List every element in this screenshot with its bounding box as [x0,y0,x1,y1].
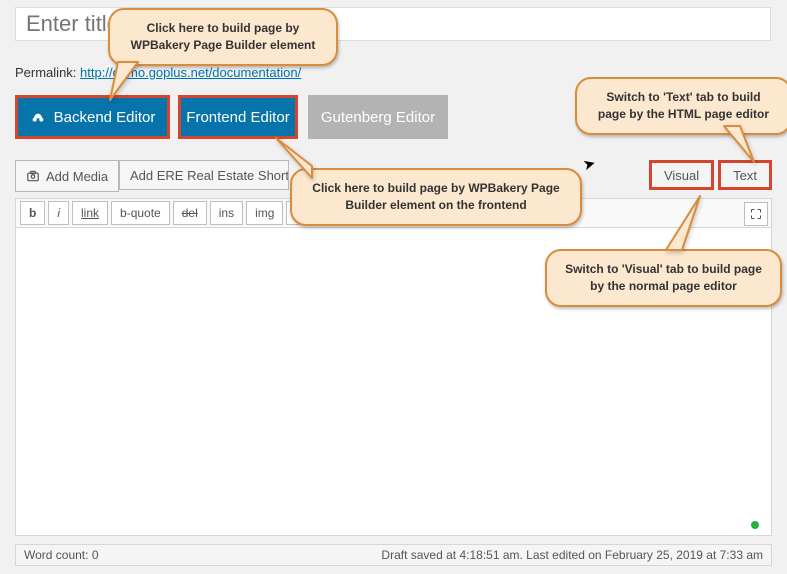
gutenberg-editor-label: Gutenberg Editor [321,109,435,126]
expand-icon [750,208,762,220]
status-indicator [751,521,759,529]
callout-pointer-icon [660,192,710,254]
callout-pointer-icon [268,130,318,180]
toolbar-link[interactable]: link [72,201,108,225]
toolbar-del[interactable]: del [173,201,207,225]
toolbar-ins[interactable]: ins [210,201,243,225]
add-media-button[interactable]: Add Media [15,160,119,192]
cursor-icon: ➤ [581,154,598,175]
fullscreen-button[interactable] [744,202,768,226]
editor-screen: Permalink: http://demo.goplus.net/docume… [0,0,787,574]
callout-backend: Click here to build page by WPBakery Pag… [108,8,338,66]
draft-status: Draft saved at 4:18:51 am. Last edited o… [381,548,763,562]
toolbar-img[interactable]: img [246,201,283,225]
backend-editor-label: Backend Editor [54,109,156,126]
frontend-editor-label: Frontend Editor [186,109,289,126]
camera-icon [26,169,40,183]
callout-visual-tab: Switch to 'Visual' tab to build page by … [545,249,782,307]
permalink-row: Permalink: http://demo.goplus.net/docume… [15,65,301,80]
editor-footer: Word count: 0 Draft saved at 4:18:51 am.… [15,544,772,566]
permalink-label: Permalink: [15,65,76,80]
callout-pointer-icon [100,60,140,106]
add-media-label: Add Media [46,169,108,184]
toolbar-italic[interactable]: i [48,201,69,225]
toolbar-bold[interactable]: b [20,201,45,225]
word-count: Word count: 0 [24,548,99,562]
callout-pointer-icon [720,122,764,166]
backend-editor-button[interactable]: Backend Editor [15,95,170,139]
gutenberg-editor-button[interactable]: Gutenberg Editor [308,95,448,139]
toolbar-bquote[interactable]: b-quote [111,201,170,225]
add-ere-shortcode-button[interactable]: Add ERE Real Estate Short [119,160,289,190]
visual-tab[interactable]: Visual [649,160,714,190]
callout-frontend: Click here to build page by WPBakery Pag… [290,168,582,226]
wpbakery-icon [30,109,46,125]
